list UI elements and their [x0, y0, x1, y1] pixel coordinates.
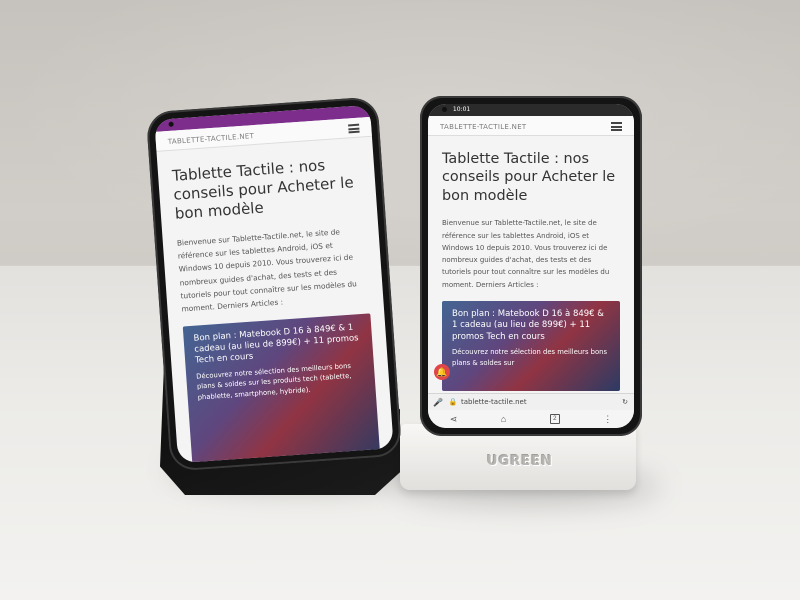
bell-icon[interactable]: 🔔	[434, 364, 450, 380]
right-smartphone: 10:01 TABLETTE-TACTILE.NET Tablette Tact…	[420, 96, 642, 436]
more-icon[interactable]: ⋮	[603, 414, 612, 425]
right-article-card[interactable]: Bon plan : Matebook D 16 à 849€ & 1 cade…	[442, 300, 620, 391]
menu-icon[interactable]	[611, 122, 622, 131]
right-page-headline: Tablette Tactile : nos conseils pour Ach…	[442, 151, 616, 204]
left-intro-paragraph: Bienvenue sur Tablette-Tactile.net, le s…	[176, 226, 358, 314]
lock-icon: 🔒	[448, 398, 458, 406]
right-status-bar: 10:01	[428, 104, 634, 116]
left-smartphone: TABLETTE-TACTILE.NET Tablette Tactile : …	[145, 96, 403, 472]
right-intro-paragraph: Bienvenue sur Tablette-Tactile.net, le s…	[442, 219, 610, 289]
front-camera-icon	[442, 107, 447, 112]
left-page-content: Tablette Tactile : nos conseils pour Ach…	[158, 153, 394, 464]
reload-icon[interactable]: ↻	[616, 398, 634, 406]
right-site-header: TABLETTE-TACTILE.NET	[428, 116, 634, 136]
menu-icon[interactable]	[348, 123, 360, 134]
home-icon[interactable]: ⌂	[501, 414, 506, 424]
browser-address-bar[interactable]: 🎤 🔒 tablette-tactile.net ↻	[428, 393, 634, 410]
mic-icon[interactable]: 🎤	[428, 398, 448, 407]
left-article-card[interactable]: Bon plan : Matebook D 16 à 849€ & 1 cade…	[182, 312, 381, 464]
wall-background	[0, 0, 800, 270]
status-time: 10:01	[452, 106, 471, 113]
left-page-headline: Tablette Tactile : nos conseils pour Ach…	[171, 156, 355, 224]
address-url[interactable]: tablette-tactile.net	[458, 398, 616, 406]
right-site-logo[interactable]: TABLETTE-TACTILE.NET	[440, 123, 527, 131]
left-phone-screen: TABLETTE-TACTILE.NET Tablette Tactile : …	[154, 104, 394, 464]
stand-brand-logo: UGREEN	[487, 454, 553, 469]
right-page-content: Tablette Tactile : nos conseils pour Ach…	[428, 150, 634, 391]
right-article-title[interactable]: Bon plan : Matebook D 16 à 849€ & 1 cade…	[442, 301, 620, 347]
tabs-icon[interactable]: 2	[549, 414, 560, 424]
right-phone-screen: 10:01 TABLETTE-TACTILE.NET Tablette Tact…	[428, 104, 634, 428]
photo-scene: UGREEN TABLETTE-TACTILE.NET Tablette Tac…	[0, 0, 800, 600]
share-icon[interactable]: ⋖	[450, 414, 458, 425]
browser-toolbar: ⋖ ⌂ 2 ⋮	[428, 410, 634, 428]
right-article-excerpt: Découvrez notre sélection des meilleurs …	[452, 348, 607, 367]
front-camera-icon	[168, 121, 174, 127]
left-site-logo[interactable]: TABLETTE-TACTILE.NET	[168, 132, 255, 146]
